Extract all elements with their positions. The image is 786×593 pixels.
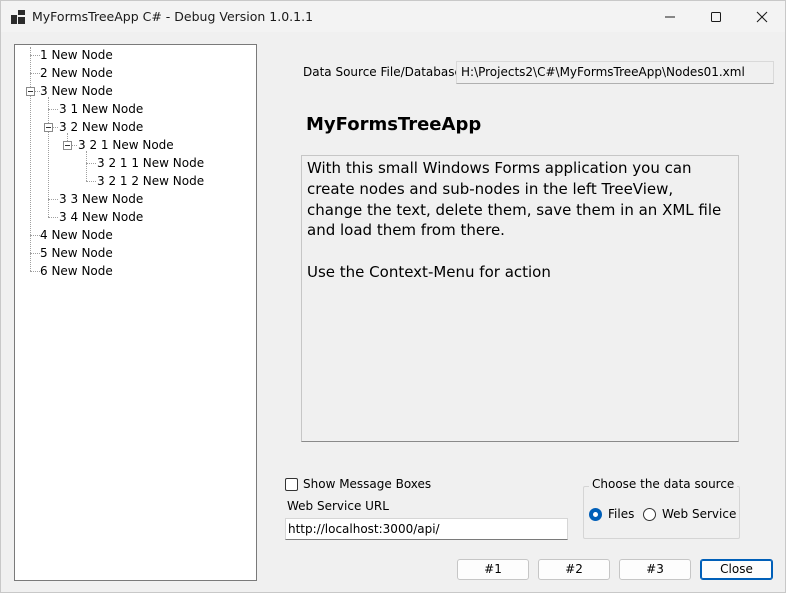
- tree-node[interactable]: 3 1 New Node: [59, 100, 143, 118]
- minimize-icon: [665, 16, 675, 17]
- tree-node[interactable]: 3 3 New Node: [59, 190, 143, 208]
- tree-connector: [86, 181, 96, 182]
- tree-connector: [53, 127, 58, 128]
- tree-node[interactable]: 3 2 1 2 New Node: [97, 172, 204, 190]
- tree-node[interactable]: 3 2 1 1 New Node: [97, 154, 204, 172]
- web-service-url-input[interactable]: http://localhost:3000/api/: [285, 518, 568, 540]
- collapse-toggle-icon[interactable]: [63, 141, 72, 150]
- files-radio-label[interactable]: Files: [608, 507, 634, 521]
- maximize-icon: [711, 11, 721, 22]
- tree-node[interactable]: 1 New Node: [40, 46, 113, 64]
- title-bar[interactable]: MyFormsTreeApp C# - Debug Version 1.0.1.…: [1, 1, 785, 32]
- description-textbox[interactable]: With this small Windows Forms applicatio…: [301, 155, 739, 442]
- minimize-button[interactable]: [647, 1, 693, 32]
- button-2[interactable]: #2: [538, 559, 610, 580]
- tree-node[interactable]: 3 New Node: [40, 82, 113, 100]
- button-3[interactable]: #3: [619, 559, 691, 580]
- tree-node[interactable]: 3 2 New Node: [59, 118, 143, 136]
- tree-connector: [86, 163, 96, 164]
- tree-connector: [48, 199, 58, 200]
- web-service-radio[interactable]: [643, 508, 656, 521]
- tree-connector: [30, 235, 40, 236]
- close-button[interactable]: Close: [700, 559, 773, 580]
- tree-connector: [30, 271, 40, 272]
- close-window-button[interactable]: [739, 1, 785, 32]
- files-radio[interactable]: [589, 508, 602, 521]
- tree-connector: [30, 253, 40, 254]
- data-source-path-field[interactable]: H:\Projects2\C#\MyFormsTreeApp\Nodes01.x…: [456, 61, 774, 84]
- app-icon: [11, 10, 25, 24]
- tree-node[interactable]: 2 New Node: [40, 64, 113, 82]
- data-source-group-legend: Choose the data source: [589, 477, 738, 491]
- web-service-radio-label[interactable]: Web Service: [662, 507, 736, 521]
- tree-connector: [30, 47, 31, 271]
- tree-node[interactable]: 3 2 1 New Node: [78, 136, 174, 154]
- page-title: MyFormsTreeApp: [306, 114, 482, 135]
- tree-connector: [30, 55, 40, 56]
- show-message-boxes-checkbox[interactable]: [285, 478, 298, 491]
- tree-connector: [86, 151, 87, 181]
- window-title: MyFormsTreeApp C# - Debug Version 1.0.1.…: [32, 9, 314, 24]
- tree-connector: [72, 145, 77, 146]
- show-message-boxes-label[interactable]: Show Message Boxes: [303, 477, 431, 491]
- tree-connector: [48, 109, 58, 110]
- tree-node[interactable]: 6 New Node: [40, 262, 113, 280]
- tree-node[interactable]: 3 4 New Node: [59, 208, 143, 226]
- close-icon: [756, 11, 768, 22]
- tree-node[interactable]: 5 New Node: [40, 244, 113, 262]
- main-window: MyFormsTreeApp C# - Debug Version 1.0.1.…: [0, 0, 786, 593]
- collapse-toggle-icon[interactable]: [44, 123, 53, 132]
- maximize-button[interactable]: [693, 1, 739, 32]
- tree-node[interactable]: 4 New Node: [40, 226, 113, 244]
- tree-connector: [30, 73, 40, 74]
- description-text: With this small Windows Forms applicatio…: [307, 159, 722, 240]
- tree-view[interactable]: 1 New Node 2 New Node 3 New Node 3 1 New…: [14, 44, 257, 581]
- button-1[interactable]: #1: [457, 559, 529, 580]
- description-hint: Use the Context-Menu for action: [307, 263, 551, 282]
- tree-connector: [48, 217, 58, 218]
- collapse-toggle-icon[interactable]: [26, 87, 35, 96]
- web-service-url-label: Web Service URL: [287, 499, 389, 513]
- data-source-label: Data Source File/Database:: [303, 65, 466, 79]
